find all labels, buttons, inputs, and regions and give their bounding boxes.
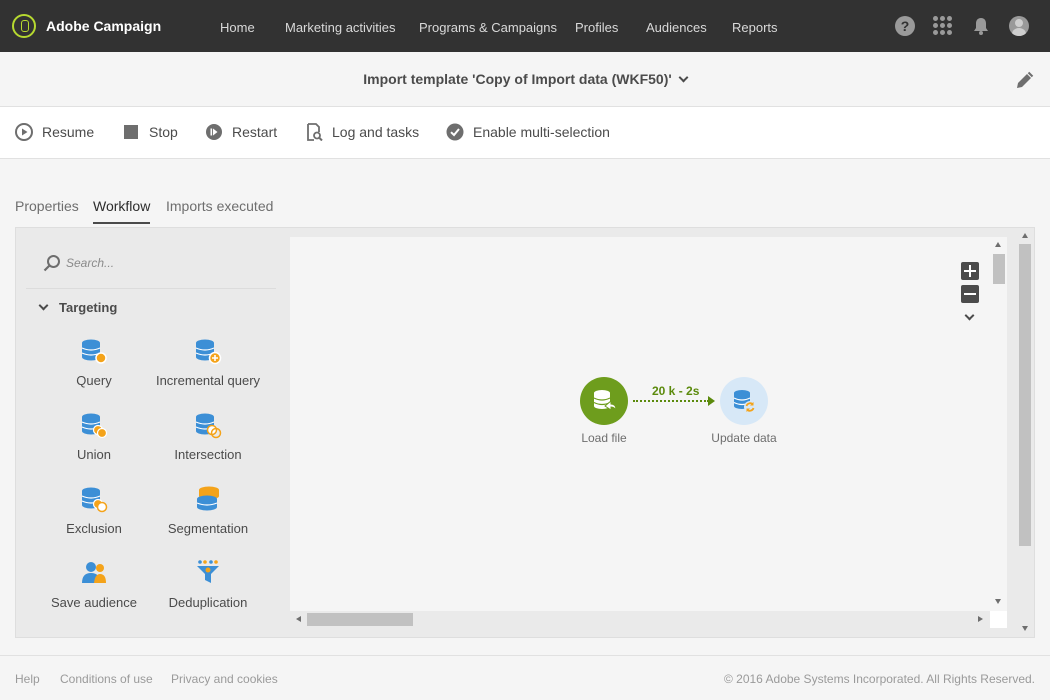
update-data-icon	[720, 377, 768, 425]
nav-item-audiences[interactable]: Audiences	[646, 20, 707, 35]
notifications-bell-icon[interactable]	[971, 16, 991, 36]
footer-link-privacy-and-cookies[interactable]: Privacy and cookies	[171, 672, 278, 686]
footer-link-help[interactable]: Help	[15, 672, 40, 686]
nav-item-reports[interactable]: Reports	[732, 20, 778, 35]
activity-intersection[interactable]: Intersection	[148, 411, 268, 473]
scrollbar-corner	[990, 611, 1007, 628]
segmentation-icon	[196, 486, 219, 511]
workflow-toolbar: Resume Stop Restart Log and tasks Enable…	[0, 107, 1050, 159]
activity-save-audience[interactable]: Save audience	[34, 559, 154, 621]
exclusion-icon	[81, 487, 108, 513]
apps-grid-icon[interactable]	[933, 16, 953, 36]
brand[interactable]: Adobe Campaign	[12, 14, 161, 38]
play-circle-icon	[15, 123, 33, 141]
targeting-group-label: Targeting	[59, 300, 118, 315]
zoom-out-icon[interactable]	[961, 285, 979, 303]
page-title-text: Import template 'Copy of Import data (WK…	[363, 71, 672, 87]
incremental-query-icon	[195, 339, 222, 365]
page-title[interactable]: Import template 'Copy of Import data (WK…	[0, 71, 1050, 87]
scroll-up-arrow-icon[interactable]	[995, 242, 1001, 247]
enable-multi-selection-label: Enable multi-selection	[473, 124, 610, 140]
intersection-icon	[195, 413, 222, 439]
help-icon[interactable]: ?	[895, 16, 915, 36]
activity-label: Exclusion	[66, 521, 122, 536]
query-icon	[81, 339, 107, 364]
deduplication-icon	[197, 560, 219, 583]
activity-union[interactable]: Union	[34, 411, 154, 473]
activity-label: Intersection	[174, 447, 242, 462]
restart-label: Restart	[232, 124, 278, 140]
copyright-text: © 2016 Adobe Systems Incorporated. All R…	[723, 672, 1035, 686]
restart-button[interactable]: Restart	[205, 123, 277, 141]
chevron-down-icon[interactable]	[678, 72, 689, 83]
node-load-file[interactable]: Load file	[554, 377, 654, 445]
scroll-left-arrow-icon[interactable]	[296, 616, 301, 622]
enable-multi-selection-button[interactable]: Enable multi-selection	[446, 123, 610, 141]
title-bar: Import template 'Copy of Import data (WK…	[0, 52, 1050, 107]
scroll-down-arrow-icon[interactable]	[995, 599, 1001, 604]
app-name: Adobe Campaign	[46, 18, 162, 34]
nav-item-profiles[interactable]: Profiles	[575, 20, 618, 35]
zoom-in-icon[interactable]	[961, 262, 979, 280]
stop-square-icon	[122, 123, 140, 141]
top-navigation-bar: Adobe Campaign Home Marketing activities…	[0, 0, 1050, 52]
activity-exclusion[interactable]: Exclusion	[34, 485, 154, 547]
nav-item-marketing-activities[interactable]: Marketing activities	[285, 20, 396, 35]
activity-label: Deduplication	[168, 595, 248, 610]
node-label: Load file	[581, 431, 627, 445]
nav-item-home[interactable]: Home	[220, 20, 255, 35]
checkmark-circle-icon	[446, 123, 464, 141]
resume-label: Resume	[42, 124, 95, 140]
search-icon	[43, 254, 61, 272]
activity-label: Segmentation	[167, 521, 249, 536]
activity-deduplication[interactable]: Deduplication	[148, 559, 268, 621]
activity-label: Save audience	[50, 595, 137, 610]
adobe-campaign-logo-icon	[12, 14, 36, 38]
tab-workflow[interactable]: Workflow	[93, 198, 151, 224]
log-and-tasks-button[interactable]: Log and tasks	[305, 123, 420, 142]
activity-label: Incremental query	[155, 373, 261, 388]
activity-label: Query	[76, 373, 112, 388]
save-audience-icon	[82, 562, 106, 583]
nav-item-programs-campaigns[interactable]: Programs & Campaigns	[419, 20, 557, 35]
restart-circle-icon	[205, 123, 223, 141]
log-and-tasks-label: Log and tasks	[332, 124, 420, 140]
load-file-icon	[580, 377, 628, 425]
palette-search-input[interactable]	[66, 253, 266, 273]
edit-pencil-icon[interactable]	[1013, 70, 1035, 92]
resume-button[interactable]: Resume	[15, 123, 94, 141]
log-document-search-icon	[305, 123, 323, 142]
page-scroll-down-arrow-icon[interactable]	[1022, 626, 1028, 631]
canvas-vertical-scrollbar-thumb[interactable]	[993, 254, 1005, 284]
scroll-right-arrow-icon[interactable]	[978, 616, 983, 622]
node-update-data[interactable]: Update data	[694, 377, 794, 445]
activity-segmentation[interactable]: Segmentation	[148, 485, 268, 547]
activity-query[interactable]: Query	[34, 337, 154, 399]
chevron-down-icon	[38, 300, 49, 311]
transition-label: 20 k - 2s	[652, 384, 700, 398]
stop-label: Stop	[149, 124, 178, 140]
footer: Help Conditions of use Privacy and cooki…	[0, 655, 1050, 700]
canvas-horizontal-scrollbar-thumb[interactable]	[307, 613, 413, 626]
workflow-canvas[interactable]: Load file 20 k - 2s Update data	[290, 237, 1007, 611]
tab-imports-executed[interactable]: Imports executed	[166, 198, 273, 222]
tab-properties[interactable]: Properties	[15, 198, 79, 222]
user-avatar-icon[interactable]	[1009, 16, 1029, 36]
page-scroll-up-arrow-icon[interactable]	[1022, 233, 1028, 238]
activity-incremental-query[interactable]: Incremental query	[148, 337, 268, 399]
node-label: Update data	[711, 431, 777, 445]
activity-palette: Targeting Query Incremental query Union …	[26, 237, 276, 631]
palette-search	[26, 237, 276, 289]
footer-link-conditions-of-use[interactable]: Conditions of use	[60, 672, 153, 686]
workspace-vertical-scrollbar-thumb[interactable]	[1019, 244, 1031, 546]
chevron-down-icon[interactable]	[964, 310, 975, 321]
targeting-group-header[interactable]: Targeting	[38, 300, 118, 315]
union-icon	[81, 413, 108, 439]
stop-button[interactable]: Stop	[122, 123, 178, 141]
activity-label: Union	[77, 447, 111, 462]
